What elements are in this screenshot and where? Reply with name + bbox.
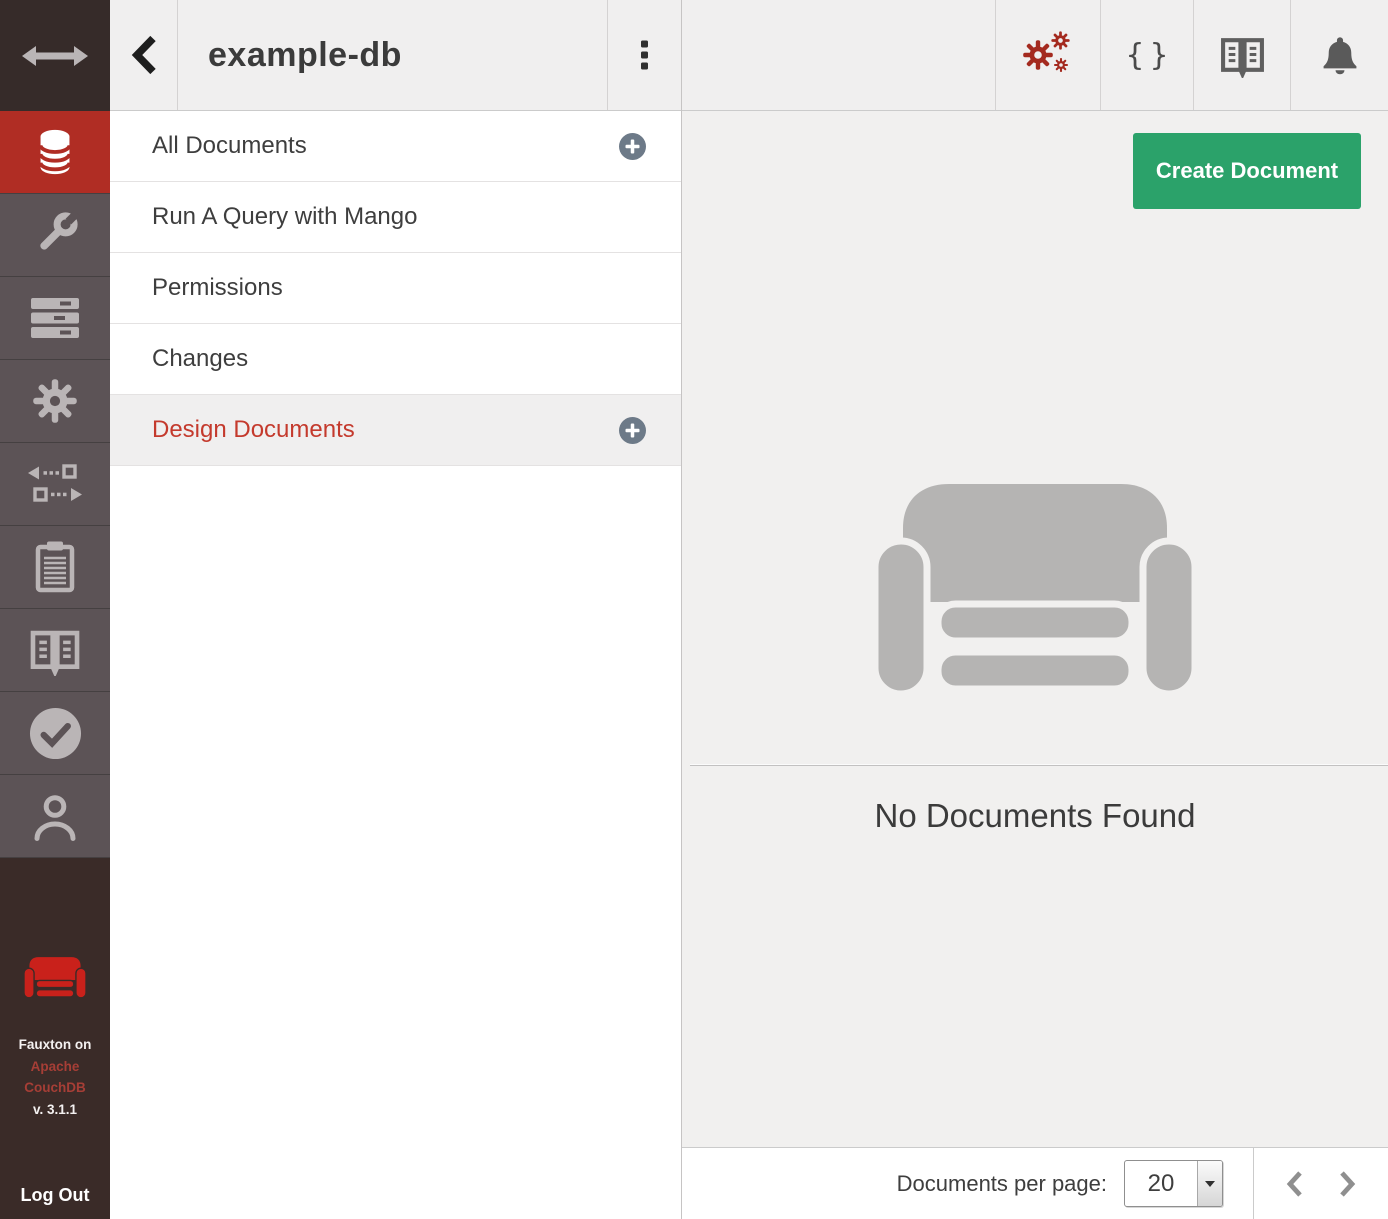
menu-item-label: All Documents [152, 132, 307, 160]
verify-check-icon [29, 707, 82, 760]
header-divider [607, 0, 608, 110]
create-document-button[interactable]: Create Document [1133, 133, 1361, 209]
book-icon [1219, 33, 1266, 78]
fauxton-app: Fauxton on Apache CouchDB v. 3.1.1 Log O… [0, 0, 1388, 1219]
per-page-value: 20 [1125, 1161, 1197, 1206]
sidebar-nav [0, 111, 110, 858]
sidebar-item-active-tasks[interactable] [0, 277, 110, 360]
database-settings-button[interactable] [995, 0, 1100, 110]
main-area: {} Create Document No Documents Found [682, 0, 1388, 1219]
couchdb-logo-icon [24, 957, 86, 999]
menu-item-design-documents[interactable]: Design Documents [110, 395, 681, 466]
menu-item-permissions[interactable]: Permissions [110, 253, 681, 324]
overflow-menu-button[interactable] [635, 35, 654, 76]
sidebar-collapse-button[interactable] [0, 0, 110, 111]
clipboard-icon [33, 540, 77, 594]
documentation-button[interactable] [1193, 0, 1290, 110]
notifications-button[interactable] [1290, 0, 1388, 110]
menu-item-label: Permissions [152, 274, 283, 302]
menu-item-label: Design Documents [152, 416, 355, 444]
add-circle-icon[interactable] [619, 133, 646, 160]
json-view-button[interactable]: {} [1100, 0, 1193, 110]
database-panel: example-db All Documents Run A Query wit… [110, 0, 682, 1219]
documents-content: Create Document No Documents Found [682, 111, 1388, 1147]
sidebar-item-verify[interactable] [0, 692, 110, 775]
menu-item-label: Changes [152, 345, 248, 373]
sidebar-item-configuration[interactable] [0, 360, 110, 443]
empty-couch-illustration [875, 484, 1195, 699]
caret-down-icon [1205, 1181, 1215, 1187]
server-stack-icon [31, 298, 79, 338]
database-title: example-db [208, 36, 402, 75]
previous-page-button[interactable] [1282, 1166, 1307, 1202]
menu-item-mango-query[interactable]: Run A Query with Mango [110, 182, 681, 253]
menu-item-all-documents[interactable]: All Documents [110, 111, 681, 182]
select-arrow-button[interactable] [1197, 1161, 1222, 1206]
per-page-select[interactable]: 20 [1124, 1160, 1223, 1207]
book-icon [28, 625, 82, 676]
gears-icon [1021, 29, 1075, 81]
database-panel-header: example-db [110, 0, 681, 111]
sidebar-item-documentation[interactable] [0, 609, 110, 692]
brand-text: Fauxton on Apache CouchDB v. 3.1.1 [0, 1034, 110, 1120]
per-page-label: Documents per page: [897, 1171, 1107, 1197]
brand-line-apache: Apache [0, 1056, 110, 1078]
replication-icon [27, 463, 83, 505]
main-header: {} [682, 0, 1388, 111]
pagination-footer: Documents per page: 20 [682, 1147, 1388, 1219]
wrench-icon [27, 207, 83, 263]
chevron-left-icon [1286, 1170, 1303, 1198]
pager-controls [1253, 1148, 1388, 1219]
logout-button[interactable]: Log Out [0, 1185, 110, 1206]
brand-line-fauxton: Fauxton on [0, 1034, 110, 1056]
menu-item-changes[interactable]: Changes [110, 324, 681, 395]
chevron-right-icon [1339, 1170, 1356, 1198]
add-circle-icon[interactable] [619, 417, 646, 444]
next-page-button[interactable] [1335, 1166, 1360, 1202]
gear-icon [30, 376, 80, 426]
empty-state-message: No Documents Found [682, 797, 1388, 835]
primary-sidebar: Fauxton on Apache CouchDB v. 3.1.1 Log O… [0, 0, 110, 1219]
sidebar-item-databases[interactable] [0, 111, 110, 194]
brand-version: v. 3.1.1 [0, 1099, 110, 1121]
sidebar-item-account[interactable] [0, 775, 110, 858]
sidebar-item-replication[interactable] [0, 443, 110, 526]
json-braces-icon: {} [1120, 38, 1173, 73]
back-button[interactable] [110, 0, 178, 110]
menu-item-label: Run A Query with Mango [152, 203, 417, 231]
content-divider [690, 765, 1388, 766]
database-icon [29, 125, 81, 179]
brand-line-couchdb: CouchDB [0, 1077, 110, 1099]
double-arrow-icon [22, 41, 88, 71]
database-menu: All Documents Run A Query with Mango Per… [110, 111, 681, 466]
sidebar-item-tasks[interactable] [0, 526, 110, 609]
user-icon [30, 792, 80, 841]
sidebar-item-setup[interactable] [0, 194, 110, 277]
bell-icon [1319, 34, 1361, 77]
sidebar-footer: Fauxton on Apache CouchDB v. 3.1.1 Log O… [0, 858, 110, 1219]
chevron-left-icon [130, 35, 158, 75]
